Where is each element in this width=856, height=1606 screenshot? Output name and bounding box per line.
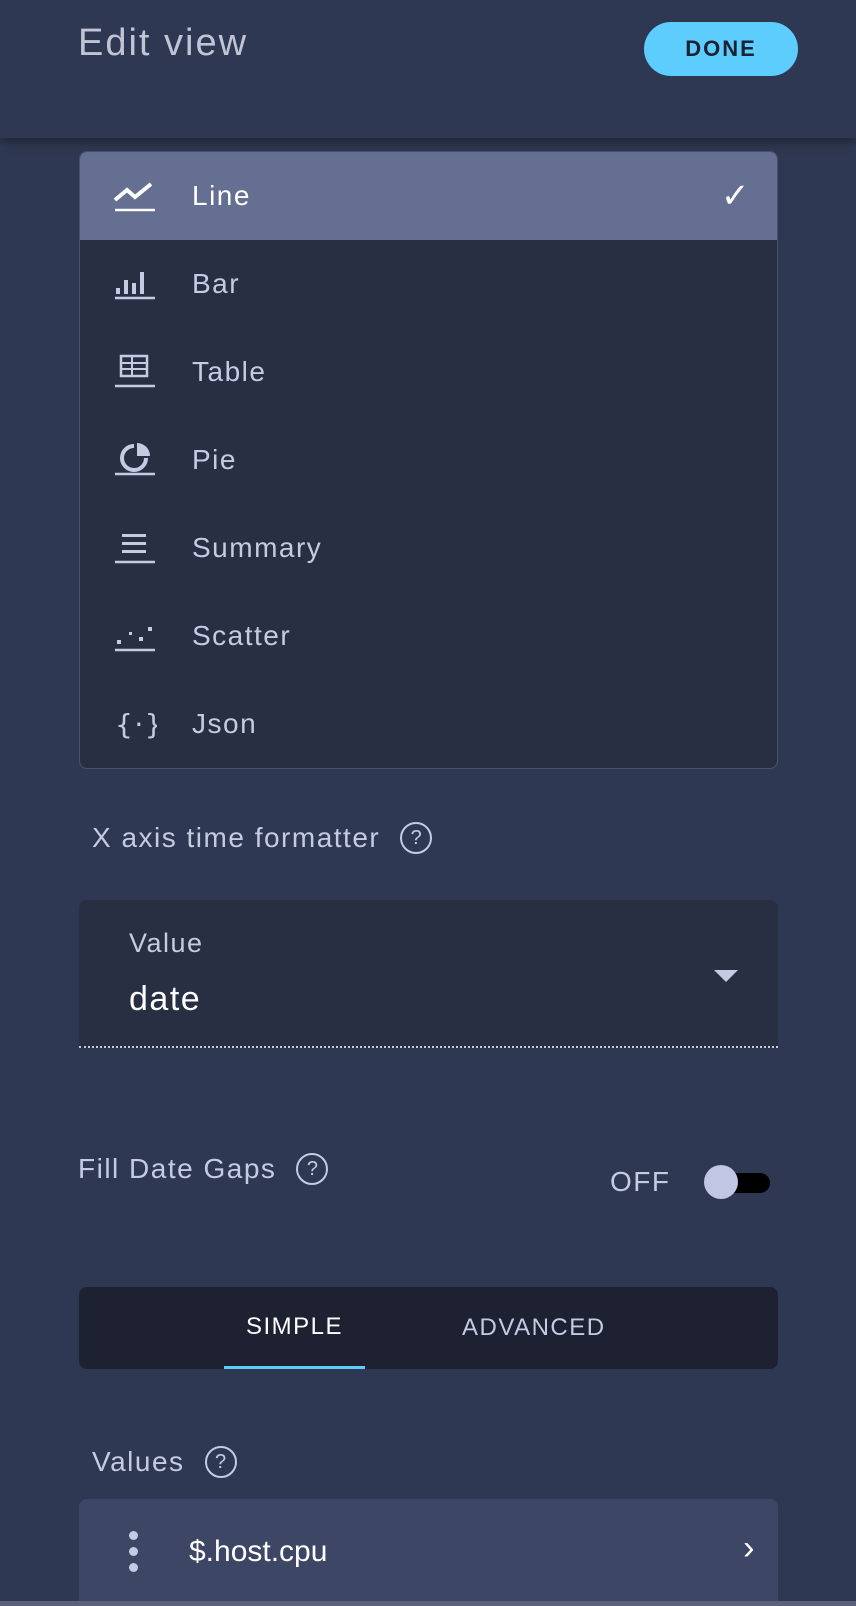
view-type-list: Line ✓ Bar Table Pie Summary Scatter {·}… [79, 151, 778, 769]
tab-advanced[interactable]: ADVANCED [454, 1287, 614, 1369]
view-type-scatter[interactable]: Scatter [80, 592, 777, 680]
fill-date-gaps-label: Fill Date Gaps ? [78, 1153, 329, 1185]
mode-tabs: SIMPLE ADVANCED [79, 1287, 778, 1369]
json-icon: {·} [115, 708, 157, 741]
view-type-label: Line [192, 180, 251, 211]
chevron-right-icon[interactable]: › [743, 1529, 756, 1568]
value-path: $.host.cpu [189, 1535, 328, 1568]
view-type-label: Bar [192, 268, 241, 299]
tab-simple[interactable]: SIMPLE [224, 1287, 366, 1369]
check-icon: ✓ [721, 177, 751, 215]
scatter-icon [115, 627, 155, 652]
select-label: Value [129, 928, 204, 958]
divider [0, 1601, 856, 1606]
view-type-label: Table [192, 356, 267, 387]
values-label-text: Values [92, 1446, 185, 1477]
page-title: Edit view [78, 22, 249, 64]
value-row[interactable]: $.host.cpu › [79, 1499, 778, 1606]
view-type-pie[interactable]: Pie [80, 416, 777, 504]
x-axis-formatter-select[interactable]: Value date [79, 900, 778, 1048]
values-label: Values ? [92, 1446, 237, 1478]
drag-handle-icon[interactable] [129, 1531, 138, 1579]
table-icon [115, 354, 155, 388]
done-button[interactable]: DONE [644, 22, 798, 76]
view-type-summary[interactable]: Summary [80, 504, 777, 592]
select-value: date [129, 980, 202, 1018]
summary-icon [115, 534, 155, 564]
view-type-label: Json [192, 708, 258, 739]
line-chart-icon [113, 182, 155, 212]
caret-down-icon [714, 970, 738, 982]
x-axis-label: X axis time formatter ? [92, 822, 433, 854]
help-icon[interactable]: ? [204, 1446, 237, 1478]
view-type-label: Summary [192, 532, 323, 563]
help-icon[interactable]: ? [400, 822, 433, 854]
view-type-label: Scatter [192, 620, 292, 651]
bar-chart-icon [115, 272, 155, 300]
toggle-knob[interactable] [704, 1165, 738, 1199]
header: Edit view DONE [0, 0, 856, 138]
view-type-line[interactable]: Line ✓ [80, 152, 777, 240]
view-type-label: Pie [192, 444, 237, 475]
fill-date-gaps-text: Fill Date Gaps [78, 1153, 277, 1184]
toggle-state: OFF [610, 1166, 671, 1197]
pie-chart-icon [115, 443, 155, 476]
svg-text:{·}: {·} [115, 708, 157, 741]
view-type-table[interactable]: Table [80, 328, 777, 416]
view-type-json[interactable]: {·} Json [80, 680, 777, 768]
x-axis-label-text: X axis time formatter [92, 822, 381, 853]
help-icon[interactable]: ? [296, 1153, 329, 1185]
view-type-bar[interactable]: Bar [80, 240, 777, 328]
